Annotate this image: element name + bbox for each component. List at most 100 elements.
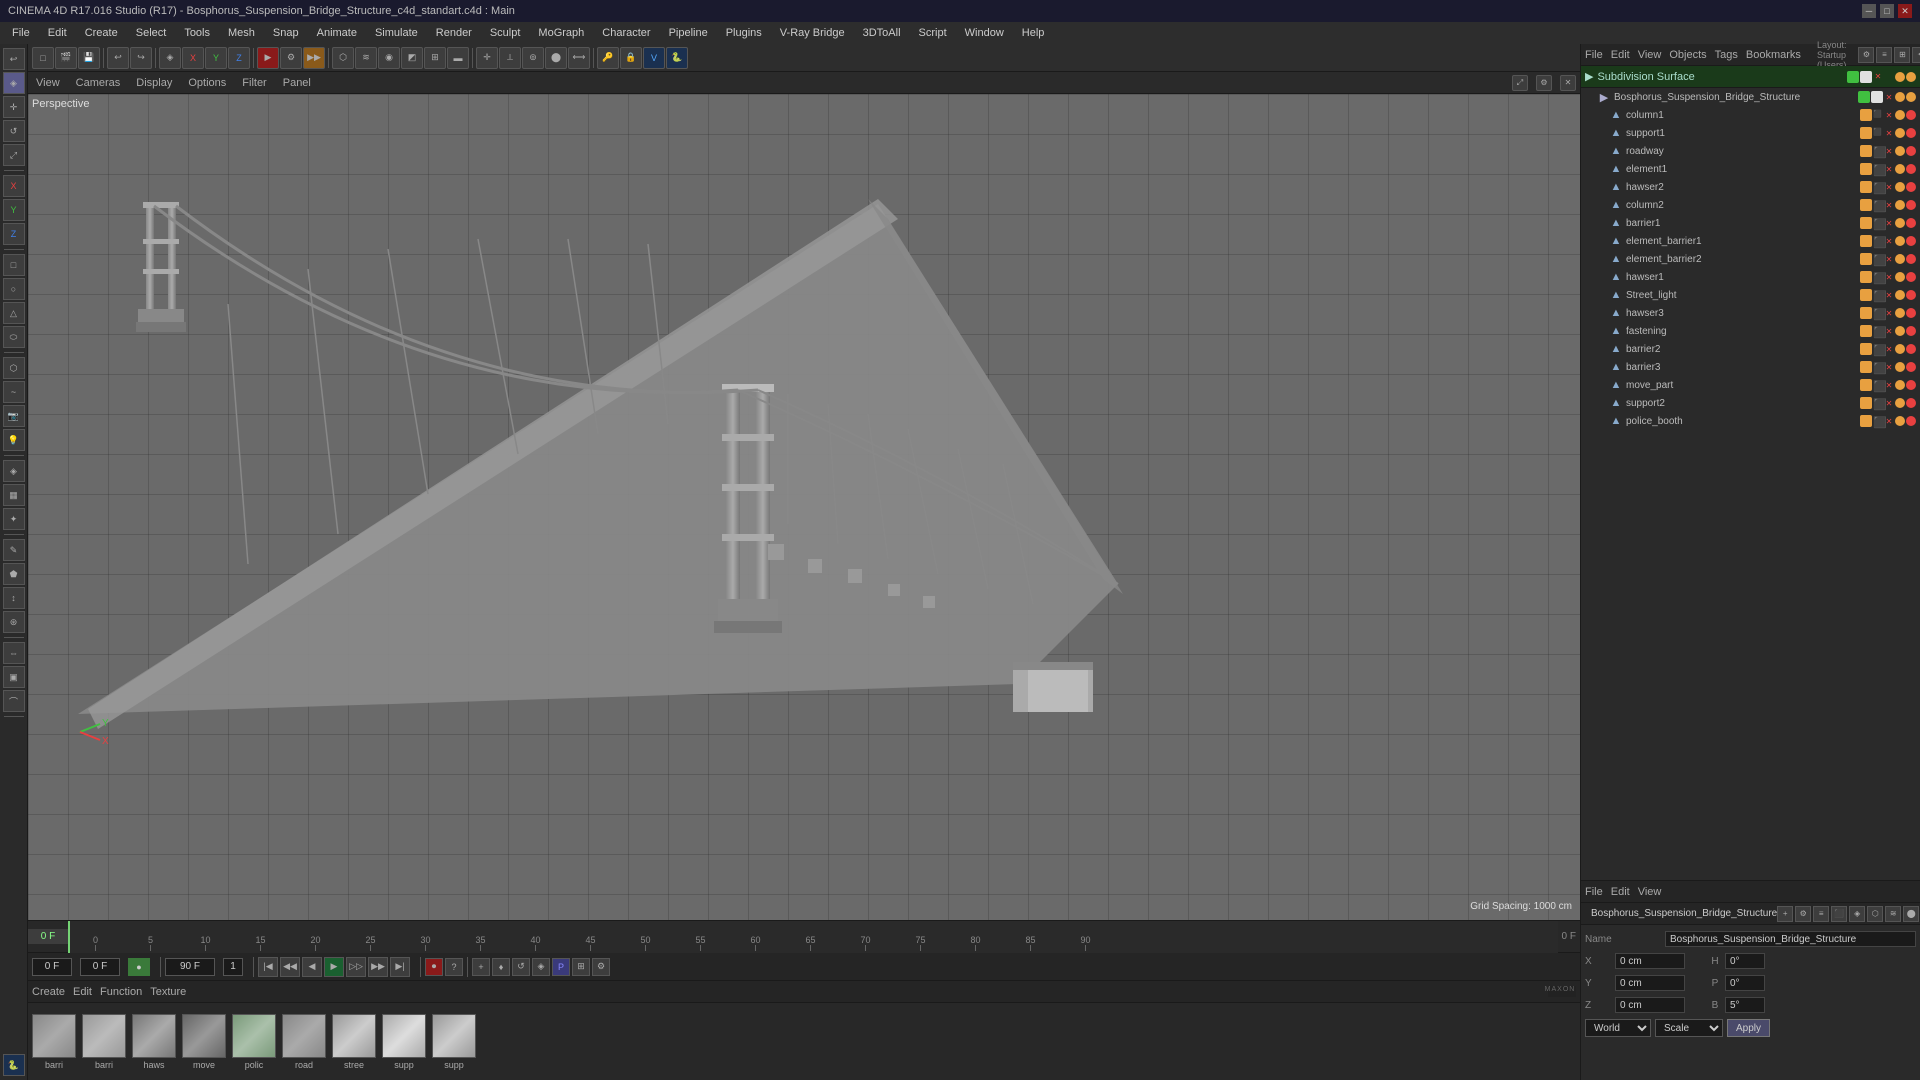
eb2-t[interactable] <box>1895 254 1905 264</box>
s1-col[interactable] <box>1860 127 1872 139</box>
b1-x[interactable]: ✕ <box>1884 218 1894 228</box>
eb1-t[interactable] <box>1895 236 1905 246</box>
tb-z-sym[interactable]: Z <box>228 47 250 69</box>
am-view[interactable]: View <box>1638 886 1662 898</box>
auto-key-btn[interactable]: ? <box>445 958 463 976</box>
tool-cone[interactable]: △ <box>3 302 25 324</box>
tool-bones[interactable]: ✦ <box>3 508 25 530</box>
rw-col[interactable] <box>1860 145 1872 157</box>
ba3-x[interactable]: ✕ <box>1884 362 1894 372</box>
am-b-input[interactable] <box>1725 997 1765 1013</box>
eb2-col[interactable] <box>1860 253 1872 265</box>
eb1-x[interactable]: ✕ <box>1884 236 1894 246</box>
menu-create[interactable]: Create <box>77 25 126 41</box>
motion-p-btn[interactable]: P <box>552 958 570 976</box>
tool-light[interactable]: 💡 <box>3 429 25 451</box>
play-reverse-btn[interactable]: ▷▷ <box>346 957 366 977</box>
root-x-icon[interactable]: ✕ <box>1873 72 1883 82</box>
record-btn[interactable]: ● <box>128 958 150 976</box>
tool-spline[interactable]: ~ <box>3 381 25 403</box>
prev-key-btn[interactable]: ◀◀ <box>280 957 300 977</box>
ba3-t2[interactable] <box>1906 362 1916 372</box>
step-back-btn[interactable]: ◀ <box>302 957 322 977</box>
mp-t[interactable] <box>1895 380 1905 390</box>
am-edit[interactable]: Edit <box>1611 886 1630 898</box>
bos-vis[interactable] <box>1858 91 1870 103</box>
om-barrier3[interactable]: ▲ barrier3 ⬛ ✕ <box>1581 358 1920 376</box>
mat-item-move[interactable]: move <box>182 1014 226 1070</box>
el1-col[interactable] <box>1860 163 1872 175</box>
motion-marker-btn[interactable]: ◈ <box>532 958 550 976</box>
h2-col[interactable] <box>1860 181 1872 193</box>
tool-texture[interactable]: ▦ <box>3 484 25 506</box>
fps-end-input[interactable] <box>165 958 215 976</box>
su2-col[interactable] <box>1860 397 1872 409</box>
c1-v[interactable]: ⬛ <box>1873 110 1883 120</box>
om-police-booth[interactable]: ▲ police_booth ⬛ ✕ <box>1581 412 1920 430</box>
menu-file[interactable]: File <box>4 25 38 41</box>
menu-window[interactable]: Window <box>957 25 1012 41</box>
mat-create[interactable]: Create <box>32 986 65 998</box>
h2-t[interactable] <box>1895 182 1905 192</box>
tool-z-axis[interactable]: Z <box>3 223 25 245</box>
am-p-input[interactable] <box>1725 975 1765 991</box>
am-z-input[interactable] <box>1615 997 1685 1013</box>
tool-effector[interactable]: ⊛ <box>3 611 25 633</box>
om-view[interactable]: View <box>1638 49 1662 61</box>
am-icon-c[interactable]: ≡ <box>1813 906 1829 922</box>
tb-4view[interactable]: ⊞ <box>424 47 446 69</box>
tool-rotate[interactable]: ↺ <box>3 120 25 142</box>
bos-tag2[interactable] <box>1906 92 1916 102</box>
motion-key-btn[interactable]: ♦ <box>492 958 510 976</box>
tb-redo[interactable]: ↪ <box>130 47 152 69</box>
c2-t2[interactable] <box>1906 200 1916 210</box>
om-objects[interactable]: Objects <box>1669 49 1706 61</box>
mat-item-supp2[interactable]: supp <box>432 1014 476 1070</box>
play-btn[interactable]: ▶ <box>324 957 344 977</box>
s1-t2[interactable] <box>1906 128 1916 138</box>
menu-tools[interactable]: Tools <box>176 25 218 41</box>
vm-options[interactable]: Options <box>184 77 230 89</box>
tool-array[interactable]: ▣ <box>3 666 25 688</box>
tool-sphere[interactable]: ○ <box>3 278 25 300</box>
vm-display[interactable]: Display <box>132 77 176 89</box>
tool-y-axis[interactable]: Y <box>3 199 25 221</box>
3d-viewport[interactable]: Y X Perspective Grid Spacing: 1000 cm <box>28 94 1580 920</box>
tb-y-sym[interactable]: Y <box>205 47 227 69</box>
tool-polygon[interactable]: ⬡ <box>3 357 25 379</box>
tool-python[interactable]: 🐍 <box>3 1054 25 1076</box>
menu-sculpt[interactable]: Sculpt <box>482 25 529 41</box>
s1-v[interactable]: ⬛ <box>1873 128 1883 138</box>
menu-mesh[interactable]: Mesh <box>220 25 263 41</box>
tb-render[interactable]: ▶ <box>257 47 279 69</box>
close-btn[interactable]: ✕ <box>1898 4 1912 18</box>
tb-vray[interactable]: V <box>643 47 665 69</box>
tb-python2[interactable]: 🐍 <box>666 47 688 69</box>
am-world-select[interactable]: World Object Camera <box>1585 1019 1651 1037</box>
tool-material[interactable]: ◈ <box>3 460 25 482</box>
mp-t2[interactable] <box>1906 380 1916 390</box>
sl-col[interactable] <box>1860 289 1872 301</box>
s1-x[interactable]: ✕ <box>1884 128 1894 138</box>
el1-t[interactable] <box>1895 164 1905 174</box>
fa-col[interactable] <box>1860 325 1872 337</box>
om-street-light[interactable]: ▲ Street_light ⬛ ✕ <box>1581 286 1920 304</box>
vm-expand[interactable]: ⤢ <box>1512 75 1528 91</box>
pb-t[interactable] <box>1895 416 1905 426</box>
tb-render-settings[interactable]: ⚙ <box>280 47 302 69</box>
c1-tag[interactable] <box>1895 110 1905 120</box>
c2-x[interactable]: ✕ <box>1884 200 1894 210</box>
root-vis-dot[interactable] <box>1847 71 1859 83</box>
fa-t[interactable] <box>1895 326 1905 336</box>
tb-save[interactable]: 💾 <box>78 47 100 69</box>
hw3-x[interactable]: ✕ <box>1884 308 1894 318</box>
fa-t2[interactable] <box>1906 326 1916 336</box>
vm-cameras[interactable]: Cameras <box>72 77 125 89</box>
fa-x[interactable]: ✕ <box>1884 326 1894 336</box>
pb-col[interactable] <box>1860 415 1872 427</box>
c1-tag2[interactable] <box>1906 110 1916 120</box>
el1-x[interactable]: ✕ <box>1884 164 1894 174</box>
am-icon-g[interactable]: ≋ <box>1885 906 1901 922</box>
eb1-col[interactable] <box>1860 235 1872 247</box>
om-icon-2[interactable]: ≡ <box>1876 47 1892 63</box>
